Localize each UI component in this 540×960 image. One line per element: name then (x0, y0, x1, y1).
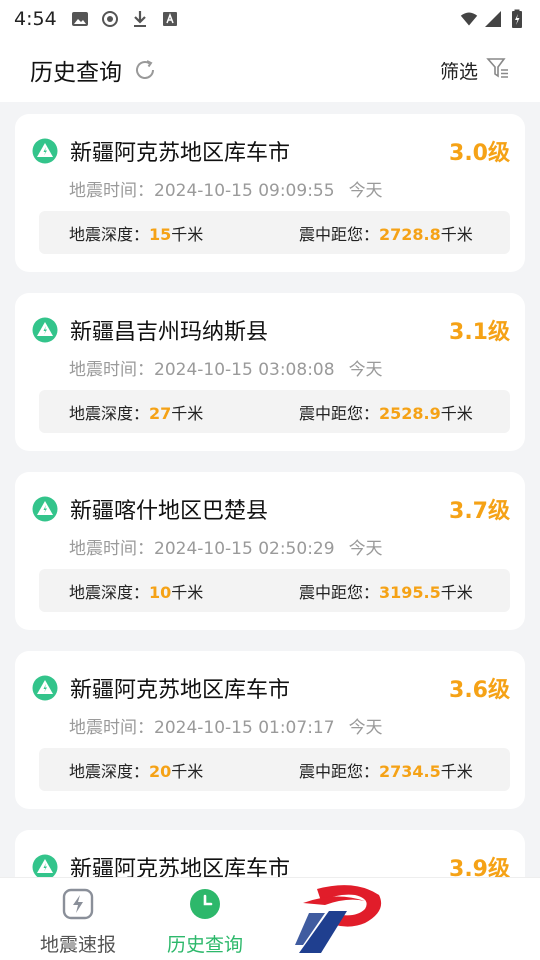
quake-magnitude: 3.0级 (449, 141, 510, 166)
signal-icon (484, 10, 502, 28)
record-icon (101, 10, 119, 28)
quake-distance: 震中距您：2528.9千米 (299, 403, 473, 423)
quake-time-row: 地震时间：2024-10-15 02:50:29 今天 (69, 534, 383, 559)
quake-depth: 地震深度：27千米 (69, 403, 204, 423)
quake-card[interactable]: 新疆昌吉州玛纳斯县 3.1级 地震时间：2024-10-15 03:08:08 今… (15, 293, 525, 451)
brand-logo (295, 883, 383, 955)
quake-depth: 地震深度：15千米 (69, 224, 204, 244)
page-title: 历史查询 (30, 60, 122, 86)
quake-depth: 地震深度：10千米 (69, 582, 204, 602)
quake-day: 今天 (348, 718, 383, 738)
wifi-icon (460, 10, 478, 28)
quake-time: 2024-10-15 09:09:55 (154, 181, 335, 201)
quake-day: 今天 (348, 360, 383, 380)
quake-warning-icon (32, 854, 58, 877)
quake-depth: 地震深度：20千米 (69, 761, 204, 781)
nav-label-quick-report: 地震速报 (39, 934, 116, 956)
clock-icon (187, 886, 223, 922)
quake-time-row: 地震时间：2024-10-15 01:07:17 今天 (69, 713, 383, 738)
time-label: 地震时间： (69, 360, 154, 380)
quake-time: 2024-10-15 03:08:08 (154, 360, 335, 380)
lightning-icon (60, 886, 96, 922)
filter-button[interactable]: 筛选 (440, 57, 510, 84)
quake-list[interactable]: 新疆阿克苏地区库车市 3.0级 地震时间：2024-10-15 09:09:55… (0, 102, 540, 877)
quake-info-box: 地震深度：15千米 震中距您：2728.8千米 (39, 211, 510, 254)
nav-item-history[interactable]: 历史查询 (150, 886, 260, 957)
quake-location: 新疆阿克苏地区库车市 (70, 678, 291, 703)
bottom-nav: 地震速报 历史查询 (0, 877, 540, 960)
quake-day: 今天 (348, 181, 383, 201)
quake-info-box: 地震深度：10千米 震中距您：3195.5千米 (39, 569, 510, 612)
quake-time-row: 地震时间：2024-10-15 09:09:55 今天 (69, 176, 383, 201)
quake-magnitude: 3.1级 (449, 320, 510, 345)
quake-magnitude: 3.9级 (449, 857, 510, 877)
quake-warning-icon (32, 138, 58, 164)
quake-distance: 震中距您：2728.8千米 (299, 224, 473, 244)
nav-item-quick-report[interactable]: 地震速报 (23, 886, 133, 957)
battery-icon (508, 9, 526, 28)
quake-info-box: 地震深度：27千米 震中距您：2528.9千米 (39, 390, 510, 433)
quake-day: 今天 (348, 539, 383, 559)
quake-location: 新疆昌吉州玛纳斯县 (70, 320, 269, 345)
page-header: 历史查询 筛选 (0, 38, 540, 102)
filter-icon (486, 57, 510, 84)
quake-time: 2024-10-15 01:07:17 (154, 718, 335, 738)
quake-card[interactable]: 新疆喀什地区巴楚县 3.7级 地震时间：2024-10-15 02:50:29 今… (15, 472, 525, 630)
image-icon (71, 10, 89, 28)
quake-location: 新疆阿克苏地区库车市 (70, 857, 291, 877)
quake-location: 新疆阿克苏地区库车市 (70, 141, 291, 166)
quake-magnitude: 3.6级 (449, 678, 510, 703)
download-icon (131, 10, 149, 28)
time-label: 地震时间： (69, 181, 154, 201)
quake-distance: 震中距您：3195.5千米 (299, 582, 473, 602)
time-label: 地震时间： (69, 718, 154, 738)
quake-time: 2024-10-15 02:50:29 (154, 539, 335, 559)
quake-warning-icon (32, 675, 58, 701)
time-label: 地震时间： (69, 539, 154, 559)
quake-location: 新疆喀什地区巴楚县 (70, 499, 269, 524)
refresh-icon[interactable] (132, 57, 158, 83)
status-bar: 4:54 (0, 0, 540, 38)
quake-card[interactable]: 新疆阿克苏地区库车市 3.9级 (15, 830, 525, 877)
quake-info-box: 地震深度：20千米 震中距您：2734.5千米 (39, 748, 510, 791)
filter-label: 筛选 (439, 60, 478, 83)
quake-card[interactable]: 新疆阿克苏地区库车市 3.6级 地震时间：2024-10-15 01:07:17… (15, 651, 525, 809)
quake-warning-icon (32, 496, 58, 522)
quake-distance: 震中距您：2734.5千米 (299, 761, 473, 781)
quake-time-row: 地震时间：2024-10-15 03:08:08 今天 (69, 355, 383, 380)
quake-card[interactable]: 新疆阿克苏地区库车市 3.0级 地震时间：2024-10-15 09:09:55… (15, 114, 525, 272)
quake-magnitude: 3.7级 (449, 499, 510, 524)
nav-label-history: 历史查询 (166, 934, 243, 956)
status-time: 4:54 (14, 8, 57, 30)
font-icon (161, 10, 179, 28)
quake-warning-icon (32, 317, 58, 343)
